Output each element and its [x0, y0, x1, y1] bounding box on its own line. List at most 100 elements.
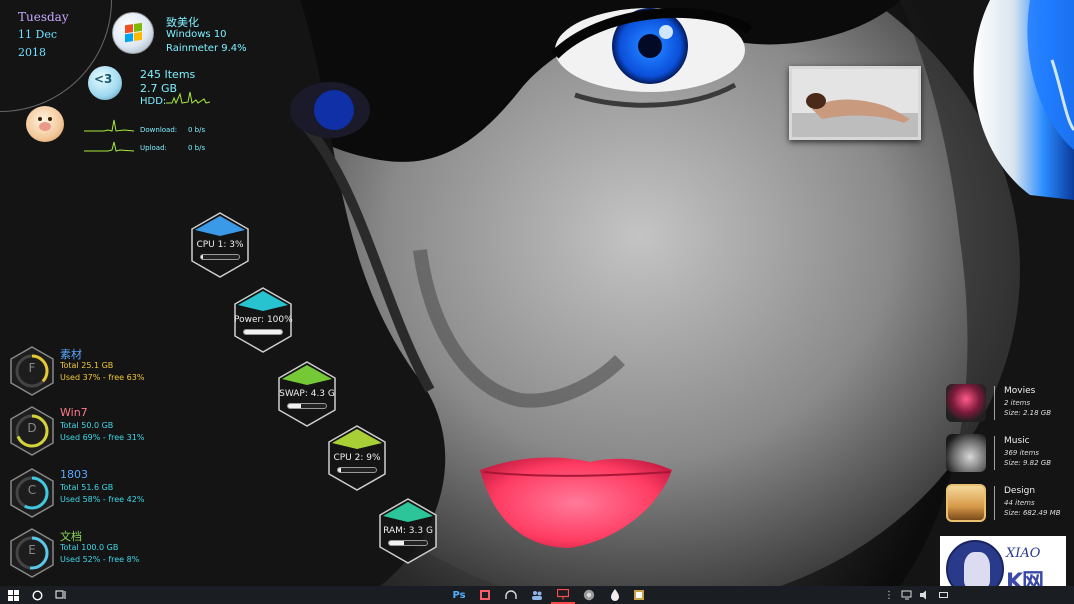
- download-label: Download:: [140, 126, 178, 134]
- task-view-button[interactable]: [50, 586, 72, 604]
- drive-e-name: 文档: [60, 530, 82, 543]
- drive-d-name: Win7: [60, 406, 88, 419]
- recycle-bin-icon[interactable]: <3: [84, 64, 128, 106]
- tray-overflow[interactable]: ⋮: [884, 586, 894, 604]
- hdd-activity: HDD:: [140, 91, 210, 107]
- windows-orb-icon[interactable]: [112, 12, 154, 54]
- swap-label: SWAP: 4.3 G: [279, 389, 335, 399]
- drive-d-used: Used 69% - free 31%: [60, 433, 145, 442]
- drive-f[interactable]: F 素材 Total 25.1 GB Used 37% - free 63%: [6, 346, 166, 402]
- search-icon: [31, 589, 43, 601]
- hdd-label: HDD:: [140, 96, 167, 107]
- folder-movies-items: 2 items: [1004, 399, 1031, 407]
- drive-c-letter: C: [27, 483, 37, 497]
- folder-music-items: 369 items: [1004, 449, 1040, 457]
- folder-music-name: Music: [1004, 436, 1030, 446]
- vertical-dots-icon: ⋮: [884, 589, 894, 601]
- windows-logo-icon: [125, 22, 143, 44]
- drive-e-used: Used 52% - free 8%: [60, 555, 140, 564]
- drive-c-name: 1803: [60, 468, 88, 481]
- keyboard-icon: [938, 592, 948, 598]
- recycle-heart-icon: <3: [94, 72, 113, 86]
- headphones-icon: [505, 589, 517, 599]
- swap-meter[interactable]: SWAP: 4.3 G: [278, 361, 336, 427]
- hdd-graph: [166, 91, 210, 104]
- search-button[interactable]: [26, 586, 48, 604]
- cpu1-meter[interactable]: CPU 1: 3%: [191, 212, 249, 278]
- drive-d[interactable]: D Win7 Total 50.0 GB Used 69% - free 31%: [6, 406, 166, 462]
- folder-design[interactable]: Design 44 items Size: 682.49 MB: [946, 484, 1066, 526]
- start-icon: [7, 589, 19, 601]
- drive-c-used: Used 58% - free 42%: [60, 495, 145, 504]
- design-icon: [946, 484, 986, 522]
- power-label: Power: 100%: [234, 315, 293, 325]
- paint-icon: [634, 590, 644, 600]
- taskbar-display[interactable]: [551, 586, 575, 604]
- task-view-icon: [55, 590, 66, 599]
- taskbar-photoshop[interactable]: Ps: [447, 586, 471, 604]
- network-tray-icon: [901, 590, 912, 600]
- os-version: Windows 10: [166, 29, 227, 40]
- folder-design-name: Design: [1004, 486, 1036, 496]
- drive-c[interactable]: C 1803 Total 51.6 GB Used 58% - free 42%: [6, 468, 166, 524]
- pig-eye: [48, 117, 52, 121]
- download-value: 0 b/s: [188, 126, 206, 134]
- volume-icon: [920, 590, 926, 600]
- ram-meter[interactable]: RAM: 3.3 G: [379, 498, 437, 564]
- movies-icon: [946, 384, 986, 422]
- network-widget: Download: 0 b/s Upload: 0 b/s: [84, 118, 214, 158]
- drive-e[interactable]: E 文档 Total 100.0 GB Used 52% - free 8%: [6, 528, 166, 584]
- recycle-bin-items: 245 Items: [140, 68, 196, 81]
- taskbar: Ps ⋮: [0, 586, 1074, 604]
- upload-value: 0 b/s: [188, 144, 206, 152]
- app-grid-icon: [480, 590, 490, 600]
- taskbar-people[interactable]: [525, 586, 549, 604]
- pig-eye: [38, 117, 42, 121]
- clock-day: Tuesday: [18, 10, 69, 24]
- drive-d-total: Total 50.0 GB: [60, 421, 114, 430]
- folder-design-items: 44 items: [1004, 499, 1035, 507]
- taskbar-drop[interactable]: [603, 586, 627, 604]
- taskbar-headphones[interactable]: [499, 586, 523, 604]
- tray-keyboard[interactable]: [932, 586, 954, 604]
- drive-f-letter: F: [28, 361, 36, 375]
- watermark-line1: XIAO: [1006, 546, 1041, 561]
- clock-date: 11 Dec: [18, 28, 57, 41]
- taskbar-app-red[interactable]: [473, 586, 497, 604]
- cpu2-meter[interactable]: CPU 2: 9%: [328, 425, 386, 491]
- folder-movies-name: Movies: [1004, 386, 1036, 396]
- start-button[interactable]: [2, 586, 24, 604]
- ram-bar-fill: [389, 541, 405, 545]
- ram-label: RAM: 3.3 G: [383, 526, 433, 536]
- drive-e-letter: E: [28, 543, 36, 557]
- download-graph: [84, 119, 134, 132]
- chrome-icon: [583, 589, 595, 601]
- upload-label: Upload:: [140, 144, 167, 152]
- drive-c-total: Total 51.6 GB: [60, 483, 114, 492]
- folder-design-size: Size: 682.49 MB: [1004, 509, 1061, 517]
- cpu1-label: CPU 1: 3%: [196, 240, 244, 250]
- taskbar-browser[interactable]: [577, 586, 601, 604]
- system-name: 致美化: [166, 16, 199, 29]
- power-meter[interactable]: Power: 100%: [234, 287, 293, 353]
- cpu1-bar-fill: [201, 255, 203, 259]
- clock-year: 2018: [18, 46, 46, 59]
- power-bar: [243, 329, 283, 335]
- swap-bar: [287, 403, 327, 409]
- folder-separator: [994, 386, 995, 420]
- drive-f-name: 素材: [60, 348, 82, 361]
- cpu1-bar: [200, 254, 240, 260]
- folder-separator: [994, 486, 995, 520]
- pig-snout: [39, 122, 51, 131]
- people-icon: [532, 590, 542, 600]
- folder-movies[interactable]: Movies 2 items Size: 2.18 GB: [946, 384, 1066, 426]
- cpu2-bar: [337, 467, 377, 473]
- cpu2-bar-fill: [338, 468, 342, 472]
- ram-bar: [388, 540, 428, 546]
- photo-frame-widget[interactable]: [789, 66, 921, 140]
- taskbar-paint[interactable]: [627, 586, 651, 604]
- folder-music[interactable]: Music 369 items Size: 9.82 GB: [946, 434, 1066, 476]
- monitor-icon: [557, 588, 569, 599]
- pig-mascot-icon[interactable]: [26, 106, 64, 142]
- folder-movies-size: Size: 2.18 GB: [1004, 409, 1051, 417]
